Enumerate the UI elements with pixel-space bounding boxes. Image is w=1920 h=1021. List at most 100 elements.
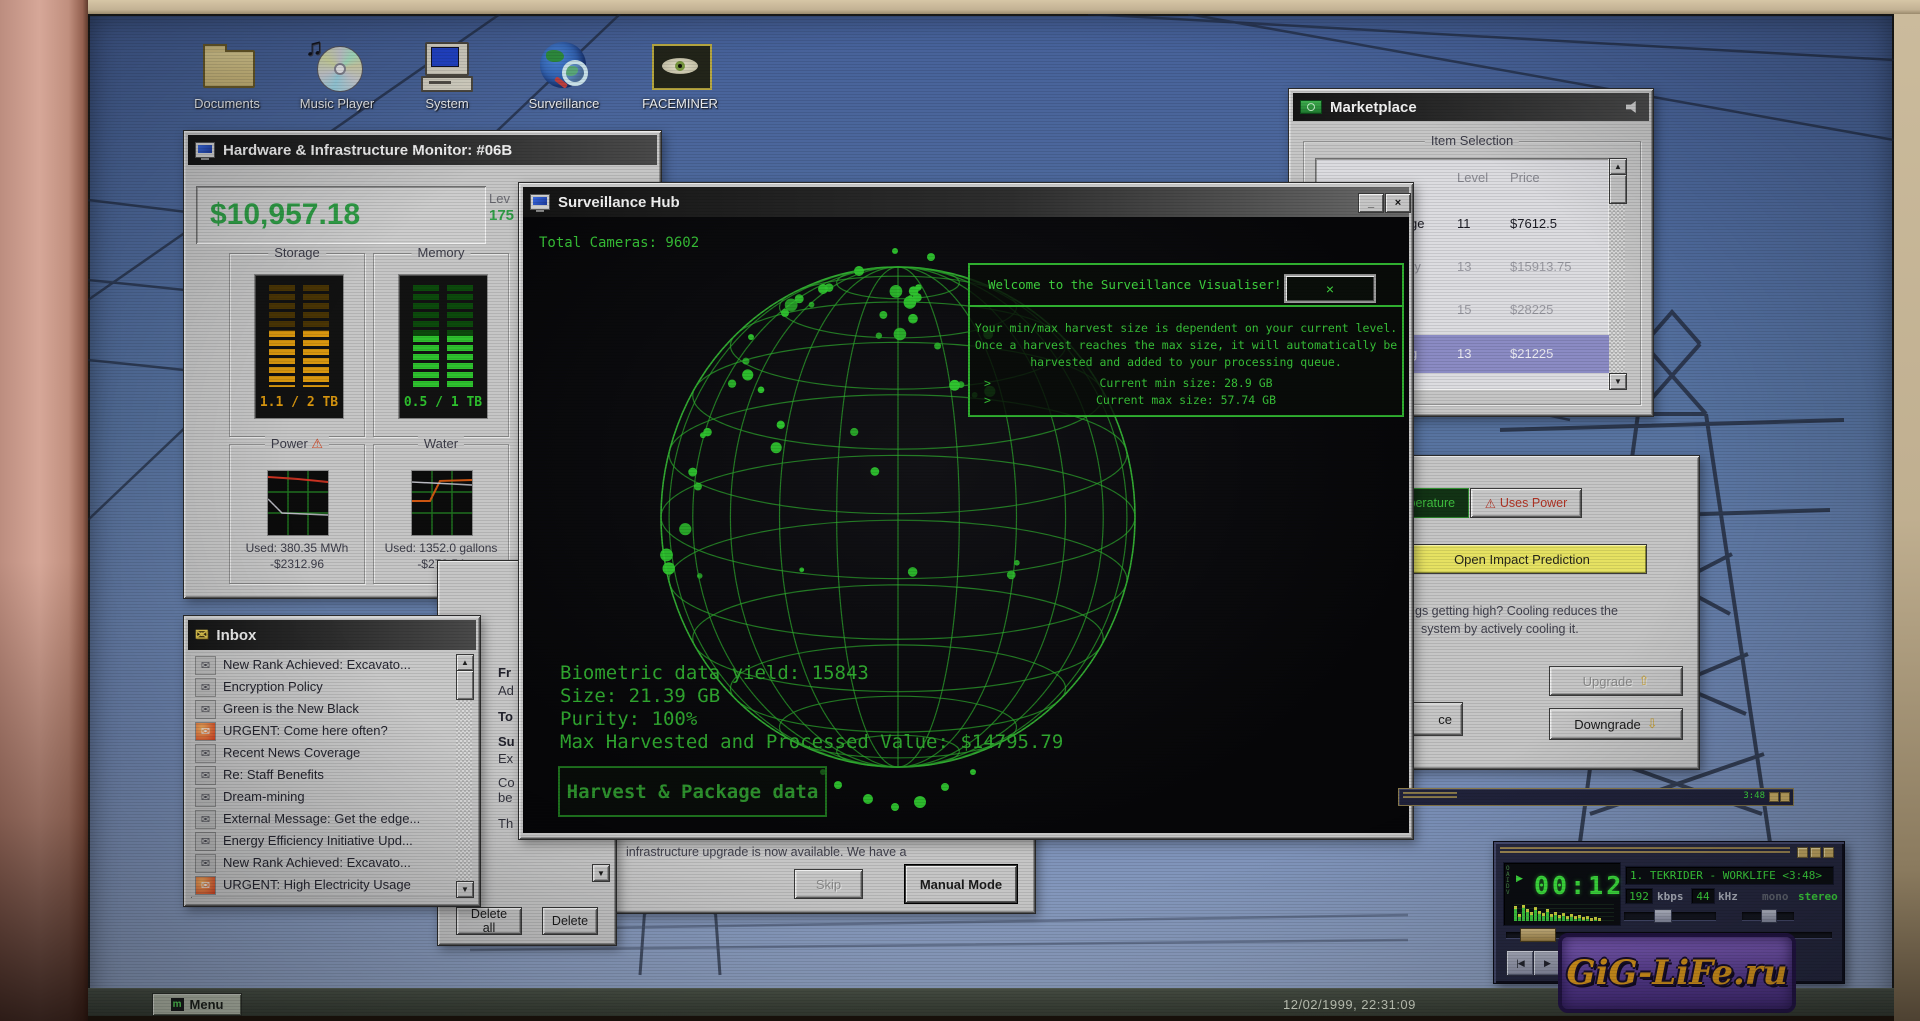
marketplace-scrollbar[interactable]: ▲ ▼ xyxy=(1609,158,1627,390)
shade-time: 3:48 xyxy=(1743,791,1765,801)
clutterbar[interactable]: OAIDV xyxy=(1506,866,1510,896)
uses-power-badge: ⚠ Uses Power xyxy=(1470,488,1582,518)
list-item[interactable]: ✉ Energy Efficiency Initiative Upd... xyxy=(191,830,456,853)
menu-label: Menu xyxy=(189,997,224,1012)
item-level: 15 xyxy=(1457,302,1472,317)
monitor-titlebar[interactable]: Hardware & Infrastructure Monitor: #06B xyxy=(188,135,657,165)
minimize-button[interactable] xyxy=(1797,847,1808,858)
list-item[interactable]: ✉ Green is the New Black xyxy=(191,698,456,721)
minimize-button[interactable]: _ xyxy=(1358,193,1384,213)
scroll-up-icon: ▲ xyxy=(1614,162,1622,171)
inbox-titlebar[interactable]: ✉ Inbox xyxy=(188,620,476,650)
email-subject: Recent News Coverage xyxy=(223,745,361,760)
close-icon: × xyxy=(1325,280,1335,297)
list-item-urgent[interactable]: ✉ URGENT: Come here often? xyxy=(191,720,456,743)
scroll-up-icon: ▲ xyxy=(461,658,469,667)
desktop-icon-music-player[interactable]: ♫ Music Player xyxy=(287,34,387,111)
shade-button[interactable] xyxy=(1769,792,1779,802)
previous-icon: |◀ xyxy=(1516,957,1524,968)
scroll-up-button[interactable]: ▲ xyxy=(1609,158,1627,175)
list-item[interactable]: ✉ Encryption Policy xyxy=(191,676,456,699)
column-header-price: Price xyxy=(1510,170,1540,185)
cash-icon xyxy=(1300,100,1322,114)
icon-label: Documents xyxy=(194,96,260,111)
power-label: Power xyxy=(270,436,308,451)
track-title-marquee[interactable]: 1. TEKRIDER - WORKLIFE <3:48> xyxy=(1626,867,1833,884)
inbox-scrollbar[interactable]: ▲ ▼ xyxy=(456,654,474,898)
monitor-bezel-left xyxy=(0,0,88,1021)
watermark-text: GiG-LiFe.ru xyxy=(1566,953,1788,993)
eye-image-icon xyxy=(652,44,712,90)
close-button[interactable]: × xyxy=(1385,193,1411,213)
spectrum-analyzer xyxy=(1514,903,1614,921)
surveillance-titlebar[interactable]: Surveillance Hub xyxy=(523,187,1409,217)
power-panel: Power ⚠ Used: 380.35 MWh -$2312.96 xyxy=(229,436,365,584)
shade-button[interactable] xyxy=(1810,847,1821,858)
water-graph xyxy=(412,471,472,535)
delete-button[interactable]: Delete xyxy=(542,907,598,935)
envelope-icon: ✉ xyxy=(195,832,216,851)
scroll-up-button[interactable]: ▲ xyxy=(456,654,474,671)
list-item[interactable]: ✉ Dream-mining xyxy=(191,786,456,809)
computer-icon xyxy=(530,194,550,212)
speaker-icon[interactable] xyxy=(1626,101,1636,113)
close-button[interactable] xyxy=(1823,847,1834,858)
cd-icon xyxy=(317,46,363,92)
envelope-icon: ✉ xyxy=(195,788,216,807)
window-title: Marketplace xyxy=(1330,98,1417,116)
scroll-down-button[interactable]: ▼ xyxy=(456,881,474,898)
menu-button[interactable]: m Menu xyxy=(152,993,242,1016)
close-button[interactable] xyxy=(1780,792,1790,802)
email-field: Fr xyxy=(498,665,511,680)
balance-thumb[interactable] xyxy=(1761,909,1777,923)
desktop: Documents ♫ Music Player System Surveill… xyxy=(88,14,1894,1016)
storage-panel: Storage 1.1 / 2 TB xyxy=(229,245,365,437)
dropdown-button[interactable]: ▼ xyxy=(592,864,610,882)
uses-power-label: Uses Power xyxy=(1499,496,1568,510)
cooling-description-line: gs getting high? Cooling reduces the xyxy=(1415,604,1618,618)
balance-slider[interactable] xyxy=(1742,909,1794,923)
harvest-package-button[interactable]: Harvest & Package data xyxy=(558,766,827,817)
scroll-down-button[interactable]: ▼ xyxy=(1609,373,1627,390)
upgrade-button[interactable]: Upgrade ⇧ xyxy=(1549,666,1683,696)
dialog-title: Welcome to the Surveillance Visualiser! xyxy=(988,277,1282,292)
list-item[interactable]: ✉ Re: Staff Benefits xyxy=(191,764,456,787)
skip-button[interactable]: Skip xyxy=(794,869,863,899)
desktop-icon-faceminer[interactable]: FACEMINER xyxy=(630,38,730,111)
volume-thumb[interactable] xyxy=(1654,909,1672,923)
email-subject: New Rank Achieved: Excavato... xyxy=(223,855,411,870)
playlist-shade-bar[interactable]: 3:48 xyxy=(1398,788,1794,806)
seek-thumb[interactable] xyxy=(1520,928,1556,942)
downgrade-button[interactable]: Downgrade ⇩ xyxy=(1549,708,1683,740)
delete-all-button[interactable]: Delete all xyxy=(456,907,522,935)
previous-button[interactable]: |◀ xyxy=(1506,950,1534,976)
close-icon: × xyxy=(1394,196,1402,209)
list-item[interactable]: ✉ Recent News Coverage xyxy=(191,742,456,765)
open-impact-prediction-button[interactable]: Open Impact Prediction xyxy=(1397,544,1647,574)
volume-slider[interactable] xyxy=(1624,909,1716,923)
desktop-icon-system[interactable]: System xyxy=(397,38,497,111)
minimize-icon: _ xyxy=(1367,196,1375,209)
memory-panel: Memory 0.5 / 1 TB xyxy=(373,245,509,437)
email-field: be xyxy=(498,790,513,805)
power-used: Used: 380.35 MWh xyxy=(245,541,349,555)
list-item[interactable]: ✉ New Rank Achieved: Excavato... xyxy=(191,852,456,875)
list-item[interactable]: ✉ External Message: Get the edge... xyxy=(191,808,456,831)
cooling-description-line: system by actively cooling it. xyxy=(1421,622,1579,636)
list-item-urgent[interactable]: ✉ URGENT: High Electricity Usage xyxy=(191,874,456,897)
manual-mode-button[interactable]: Manual Mode xyxy=(905,865,1017,903)
scrollbar-thumb[interactable] xyxy=(1609,174,1627,204)
scrollbar-thumb[interactable] xyxy=(456,670,474,700)
storage-label: Storage xyxy=(268,245,326,260)
dialog-close-button[interactable]: × xyxy=(1284,274,1376,303)
scroll-down-icon: ▼ xyxy=(1614,377,1622,386)
player-titlebar[interactable] xyxy=(1500,847,1790,855)
envelope-icon: ✉ xyxy=(195,678,216,697)
desktop-icon-surveillance[interactable]: Surveillance xyxy=(514,38,614,111)
envelope-icon: ✉ xyxy=(195,700,216,719)
marketplace-titlebar[interactable]: Marketplace xyxy=(1293,93,1649,121)
warning-icon: ⚠ xyxy=(1484,496,1496,511)
desktop-icon-documents[interactable]: Documents xyxy=(177,38,277,111)
list-item[interactable]: ✉ New Rank Achieved: Excavato... xyxy=(191,654,456,677)
play-button[interactable]: ▶ xyxy=(1533,950,1561,976)
